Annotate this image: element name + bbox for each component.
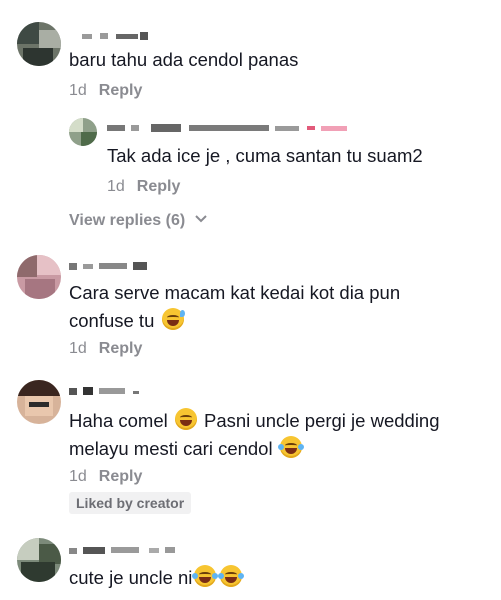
avatar[interactable] — [17, 538, 61, 582]
comment-age: 1d — [69, 468, 87, 485]
liked-by-creator-badge: Liked by creator — [69, 492, 192, 514]
comment-text: cute je uncle ni — [69, 564, 245, 592]
comment-text-line: Pasni uncle pergi je wedding — [204, 410, 440, 431]
reply-button[interactable]: Reply — [137, 178, 181, 195]
view-replies-label: View replies (6) — [69, 212, 186, 229]
reply-age: 1d — [107, 178, 125, 195]
comment-meta: 1d Reply — [69, 81, 142, 101]
reply-text: Tak ada ice je , cuma santan tu suam2 — [107, 142, 423, 170]
comment-text-line: melayu mesti cari cendol — [69, 438, 273, 459]
avatar[interactable] — [17, 22, 61, 66]
comment-1: baru tahu ada cendol panas 1d Reply Tak a… — [0, 0, 501, 250]
tears-of-joy-emoji — [192, 565, 219, 587]
reply-username-blurred[interactable] — [107, 122, 347, 134]
comment-text-line: baru tahu ada cendol panas — [69, 49, 299, 70]
comment-meta: 1d Reply — [69, 339, 142, 359]
reply-meta: 1d Reply — [107, 177, 180, 197]
reply-button[interactable]: Reply — [99, 82, 143, 99]
username-blurred[interactable] — [69, 260, 149, 272]
tears-of-joy-emoji — [277, 436, 304, 458]
view-replies-button[interactable]: View replies (6) — [69, 212, 208, 230]
username-blurred[interactable] — [69, 385, 149, 397]
comment-text: melayu mesti cari cendol — [69, 435, 304, 463]
comment-2: Cara serve macam kat kedai kot dia pun c… — [0, 250, 501, 370]
comment-meta: 1d Reply — [69, 467, 142, 487]
comment-text: confuse tu — [69, 307, 186, 335]
grinning-sweat-emoji — [161, 308, 185, 330]
avatar[interactable] — [17, 255, 61, 299]
username-blurred[interactable] — [69, 544, 179, 556]
tears-of-joy-emoji — [218, 565, 245, 587]
chevron-down-icon — [194, 215, 207, 223]
comment-text-line: Cara serve macam kat kedai kot dia pun — [69, 282, 401, 303]
grinning-emoji — [174, 408, 197, 430]
comment-4: cute je uncle ni — [0, 530, 501, 600]
username-blurred[interactable] — [82, 30, 152, 42]
comment-age: 1d — [69, 82, 87, 99]
reply-button[interactable]: Reply — [99, 340, 143, 357]
comment-text: Haha comel Pasni uncle pergi je wedding — [69, 407, 440, 435]
avatar[interactable] — [17, 380, 61, 424]
comment-text-line: cute je uncle ni — [69, 567, 193, 588]
reply-button[interactable]: Reply — [99, 468, 143, 485]
comment-age: 1d — [69, 340, 87, 357]
comment-text-line: confuse tu — [69, 310, 155, 331]
comment-3: Haha comel Pasni uncle pergi je wedding … — [0, 370, 501, 530]
comment-text-line: Haha comel — [69, 410, 168, 431]
reply-avatar[interactable] — [69, 118, 97, 146]
comment-text: baru tahu ada cendol panas — [69, 46, 298, 74]
comment-text: Cara serve macam kat kedai kot dia pun — [69, 279, 400, 307]
reply-text-line: Tak ada ice je , cuma santan tu suam2 — [107, 145, 423, 166]
